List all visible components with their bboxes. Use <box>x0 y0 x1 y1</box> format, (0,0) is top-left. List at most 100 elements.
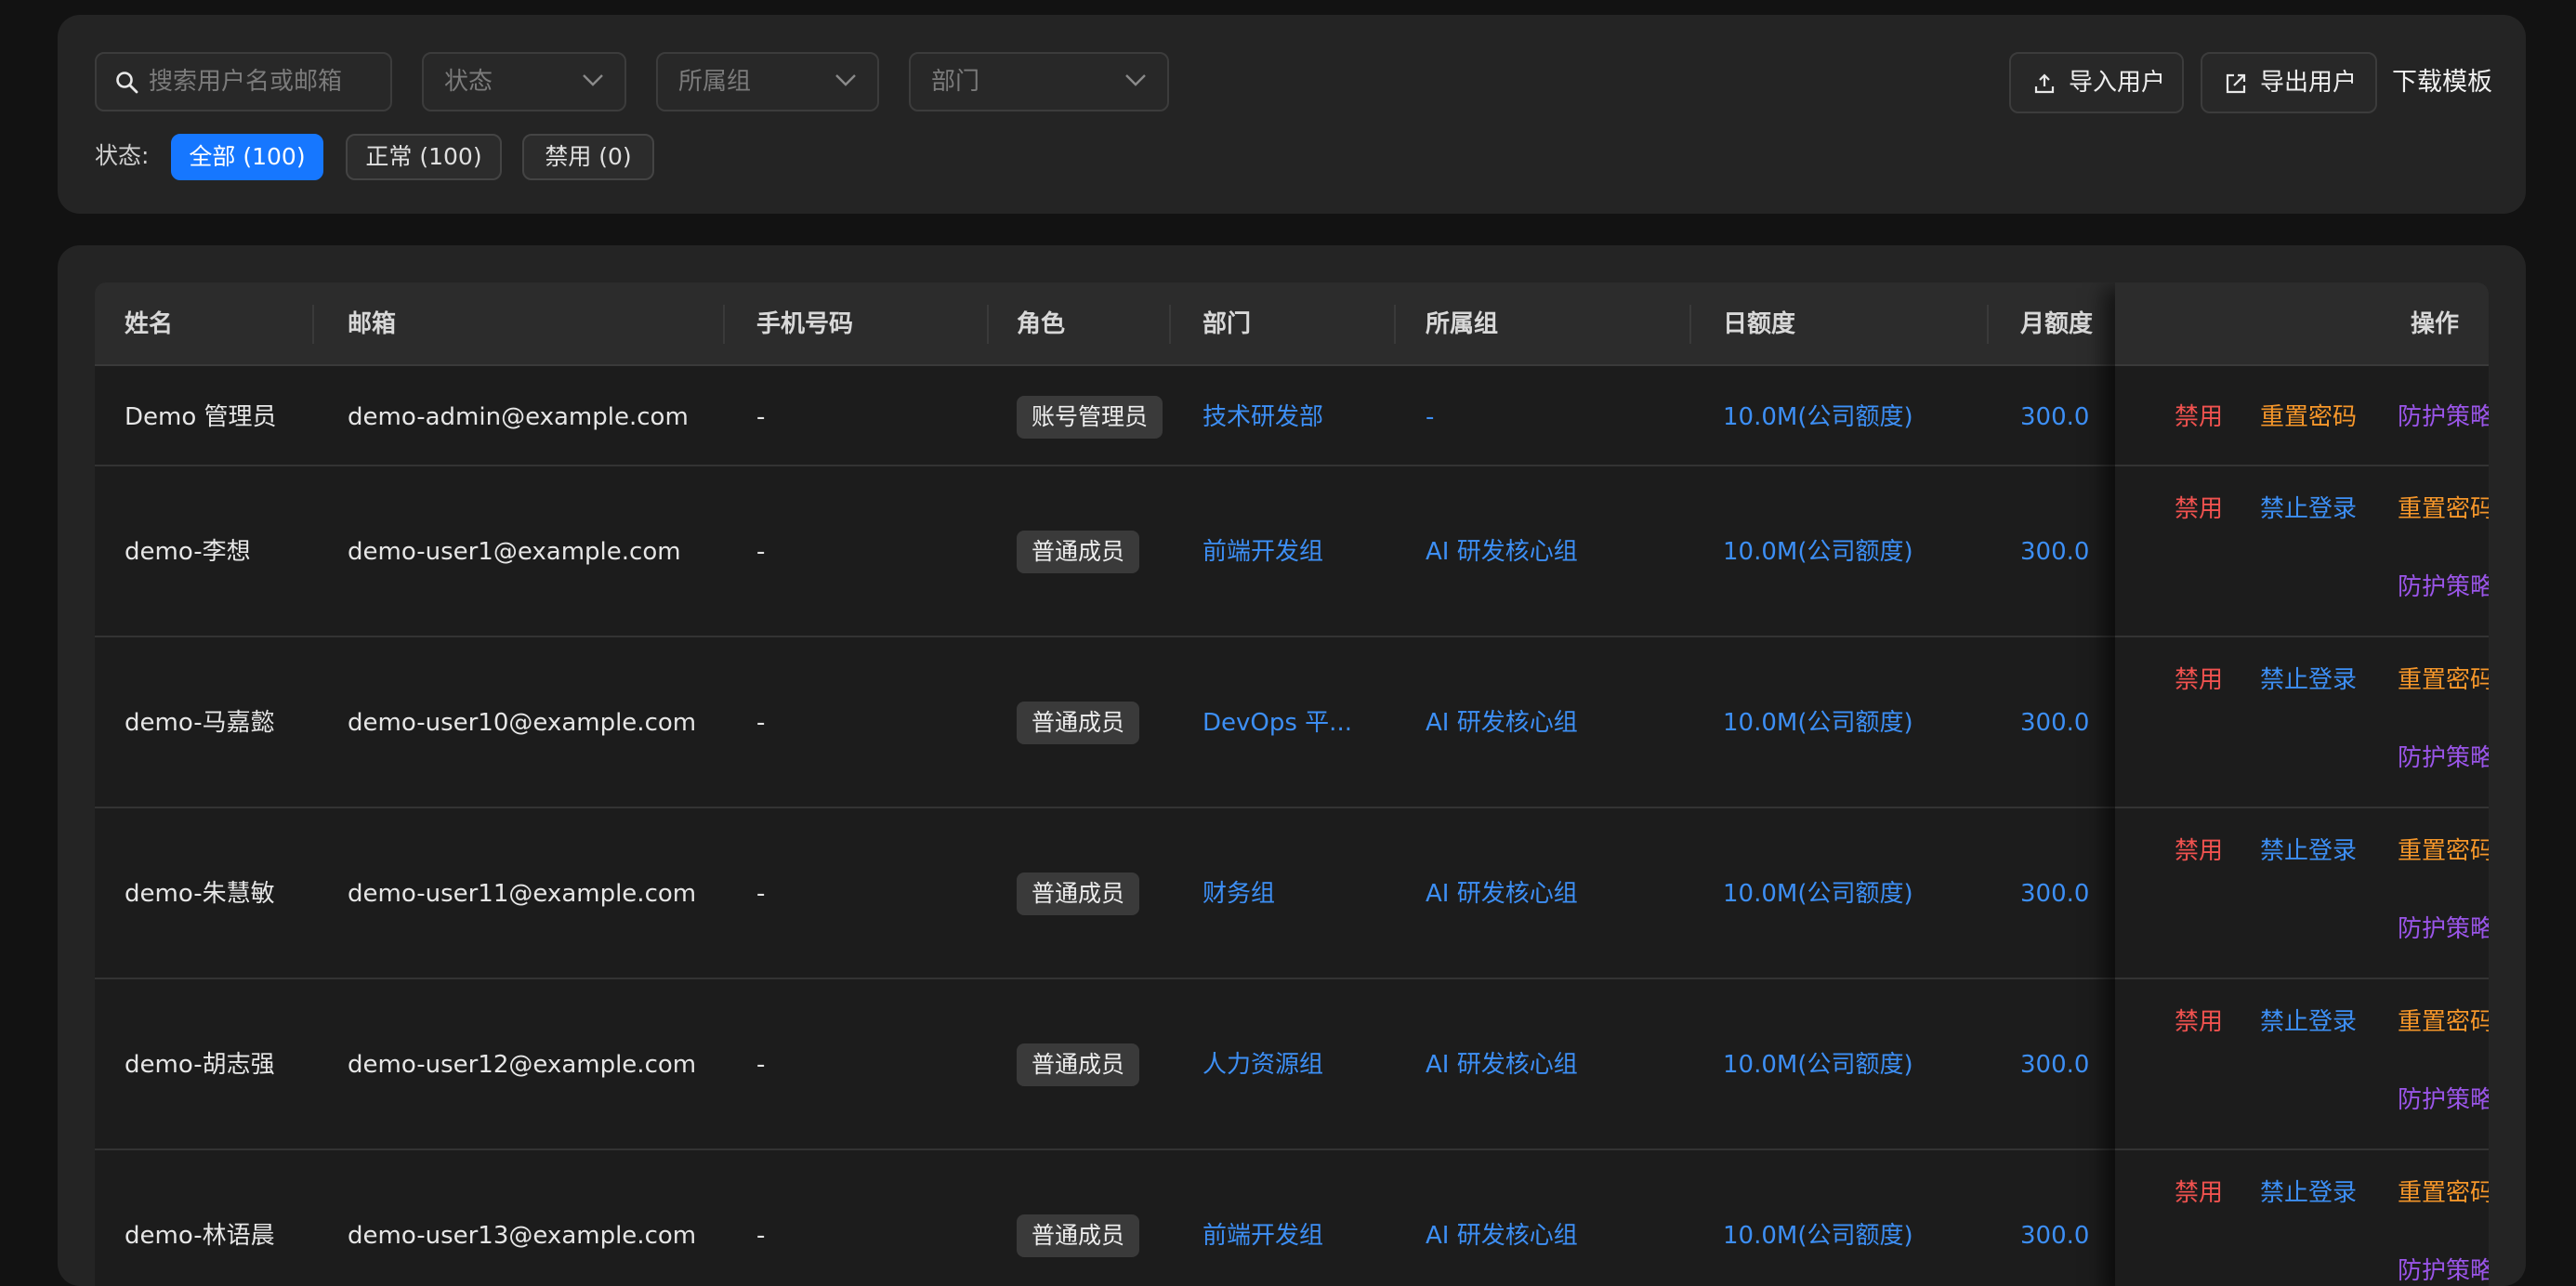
status-chip-normal[interactable]: 正常 (100) <box>346 134 502 180</box>
disable-button[interactable]: 禁用 <box>2175 1176 2223 1210</box>
column-divider <box>1394 305 1396 344</box>
user-name: demo-林语晨 <box>125 1222 275 1250</box>
disable-button[interactable]: 禁用 <box>2175 1005 2223 1039</box>
user-email: demo-user13@example.com <box>348 1222 697 1250</box>
daily-quota[interactable]: 10.0M(公司额度) <box>1723 1219 1913 1253</box>
protection-policy-button[interactable]: 防护策略 <box>2398 1083 2489 1117</box>
user-group[interactable]: AI 研发核心组 <box>1426 877 1578 911</box>
column-divider <box>987 305 989 344</box>
protection-policy-button[interactable]: 防护策略 <box>2398 1254 2489 1286</box>
monthly-quota[interactable]: 300.0 <box>2020 1048 2089 1082</box>
user-email: demo-user11@example.com <box>348 880 697 908</box>
user-phone: - <box>756 1051 766 1079</box>
user-email: demo-user1@example.com <box>348 538 681 566</box>
import-users-label: 导入用户 <box>2069 69 2166 97</box>
actions-header-cell: 操作 <box>2115 282 2489 366</box>
column-divider <box>1689 305 1691 344</box>
reset-password-button[interactable]: 重置密码 <box>2398 663 2489 697</box>
column-divider <box>312 305 314 344</box>
block-login-button[interactable]: 禁止登录 <box>2260 834 2357 868</box>
header-actions: 操作 <box>2410 310 2459 338</box>
user-name: demo-朱慧敏 <box>125 880 275 908</box>
daily-quota[interactable]: 10.0M(公司额度) <box>1723 877 1913 911</box>
users-table: 姓名 邮箱 手机号码 角色 部门 所属组 日额度 月额度 Demo 管理员 dem… <box>95 282 2489 1286</box>
header-group: 所属组 <box>1426 310 1499 338</box>
reset-password-button[interactable]: 重置密码 <box>2398 1005 2489 1039</box>
monthly-quota[interactable]: 300.0 <box>2020 706 2089 740</box>
header-email: 邮箱 <box>348 310 397 338</box>
protection-policy-button[interactable]: 防护策略 <box>2398 912 2489 946</box>
daily-quota[interactable]: 10.0M(公司额度) <box>1723 535 1913 569</box>
reset-password-button[interactable]: 重置密码 <box>2398 834 2489 868</box>
dept-select-placeholder: 部门 <box>931 68 980 96</box>
user-group[interactable]: AI 研发核心组 <box>1426 1048 1578 1082</box>
actions-column: 操作 禁用 重置密码 防护策略 禁用 禁止登录 重置密码 防护策略 禁用 禁止登录 重置密码 防护策… <box>2115 282 2489 1286</box>
status-chip-all[interactable]: 全部 (100) <box>171 134 323 180</box>
status-select[interactable]: 状态 <box>422 52 626 112</box>
user-group[interactable]: AI 研发核心组 <box>1426 535 1578 569</box>
block-login-button[interactable]: 禁止登录 <box>2260 663 2357 697</box>
header-dept: 部门 <box>1203 310 1252 338</box>
search-placeholder: 搜索用户名或邮箱 <box>149 68 343 96</box>
user-email: demo-user12@example.com <box>348 1051 697 1079</box>
disable-button[interactable]: 禁用 <box>2175 663 2223 697</box>
monthly-quota[interactable]: 300.0 <box>2020 877 2089 911</box>
block-login-button[interactable]: 禁止登录 <box>2260 1176 2357 1210</box>
user-group[interactable]: AI 研发核心组 <box>1426 706 1578 740</box>
reset-password-button[interactable]: 重置密码 <box>2398 1176 2489 1210</box>
group-select-placeholder: 所属组 <box>678 68 752 96</box>
user-group[interactable]: AI 研发核心组 <box>1426 1219 1578 1253</box>
protection-policy-button[interactable]: 防护策略 <box>2398 571 2489 604</box>
reset-password-button[interactable]: 重置密码 <box>2398 492 2489 526</box>
user-group[interactable]: - <box>1426 400 1434 434</box>
role-tag: 普通成员 <box>1017 1043 1140 1086</box>
search-input[interactable]: 搜索用户名或邮箱 <box>95 52 392 112</box>
status-chip-disabled[interactable]: 禁用 (0) <box>522 134 654 180</box>
chevron-down-icon <box>583 74 603 86</box>
reset-password-button[interactable]: 重置密码 <box>2260 400 2357 434</box>
user-name: demo-胡志强 <box>125 1051 275 1079</box>
user-dept[interactable]: 财务组 <box>1203 877 1275 911</box>
user-dept[interactable]: 人力资源组 <box>1203 1048 1323 1082</box>
monthly-quota[interactable]: 300.0 <box>2020 1219 2089 1253</box>
status-select-placeholder: 状态 <box>444 68 493 96</box>
export-users-label: 导出用户 <box>2260 69 2358 97</box>
chevron-down-icon <box>1125 74 1146 86</box>
row-divider <box>2115 807 2489 808</box>
block-login-button[interactable]: 禁止登录 <box>2260 1005 2357 1039</box>
import-users-button[interactable]: 导入用户 <box>2009 52 2184 113</box>
disable-button[interactable]: 禁用 <box>2175 400 2223 434</box>
user-name: demo-李想 <box>125 538 251 566</box>
column-divider <box>723 305 725 344</box>
column-divider <box>1987 305 1989 344</box>
disable-button[interactable]: 禁用 <box>2175 492 2223 526</box>
protection-policy-button[interactable]: 防护策略 <box>2398 741 2489 775</box>
status-filter-label: 状态: <box>95 142 150 169</box>
row-divider <box>2115 1148 2489 1150</box>
users-table-panel: 姓名 邮箱 手机号码 角色 部门 所属组 日额度 月额度 Demo 管理员 dem… <box>58 245 2526 1286</box>
header-monthly-quota: 月额度 <box>2020 310 2094 338</box>
header-name: 姓名 <box>125 310 174 338</box>
user-dept[interactable]: 前端开发组 <box>1203 535 1323 569</box>
dept-select[interactable]: 部门 <box>909 52 1169 112</box>
download-template-button[interactable]: 下载模板 <box>2392 52 2492 113</box>
role-tag: 普通成员 <box>1017 873 1140 915</box>
search-icon <box>116 72 138 94</box>
external-link-icon <box>2226 73 2246 94</box>
daily-quota[interactable]: 10.0M(公司额度) <box>1723 706 1913 740</box>
export-users-button[interactable]: 导出用户 <box>2201 52 2377 113</box>
daily-quota[interactable]: 10.0M(公司额度) <box>1723 400 1913 434</box>
monthly-quota[interactable]: 300.0 <box>2020 400 2089 434</box>
user-dept[interactable]: DevOps 平... <box>1203 706 1352 740</box>
group-select[interactable]: 所属组 <box>656 52 879 112</box>
disable-button[interactable]: 禁用 <box>2175 834 2223 868</box>
role-tag: 账号管理员 <box>1017 396 1163 439</box>
user-dept[interactable]: 技术研发部 <box>1203 400 1323 434</box>
daily-quota[interactable]: 10.0M(公司额度) <box>1723 1048 1913 1082</box>
user-dept[interactable]: 前端开发组 <box>1203 1219 1323 1253</box>
block-login-button[interactable]: 禁止登录 <box>2260 492 2357 526</box>
filter-panel: 搜索用户名或邮箱 状态 所属组 部门 导入用户 导出用户 下载模板 状态: 全部… <box>58 15 2526 214</box>
protection-policy-button[interactable]: 防护策略 <box>2398 400 2489 434</box>
row-divider <box>2115 465 2489 466</box>
monthly-quota[interactable]: 300.0 <box>2020 535 2089 569</box>
